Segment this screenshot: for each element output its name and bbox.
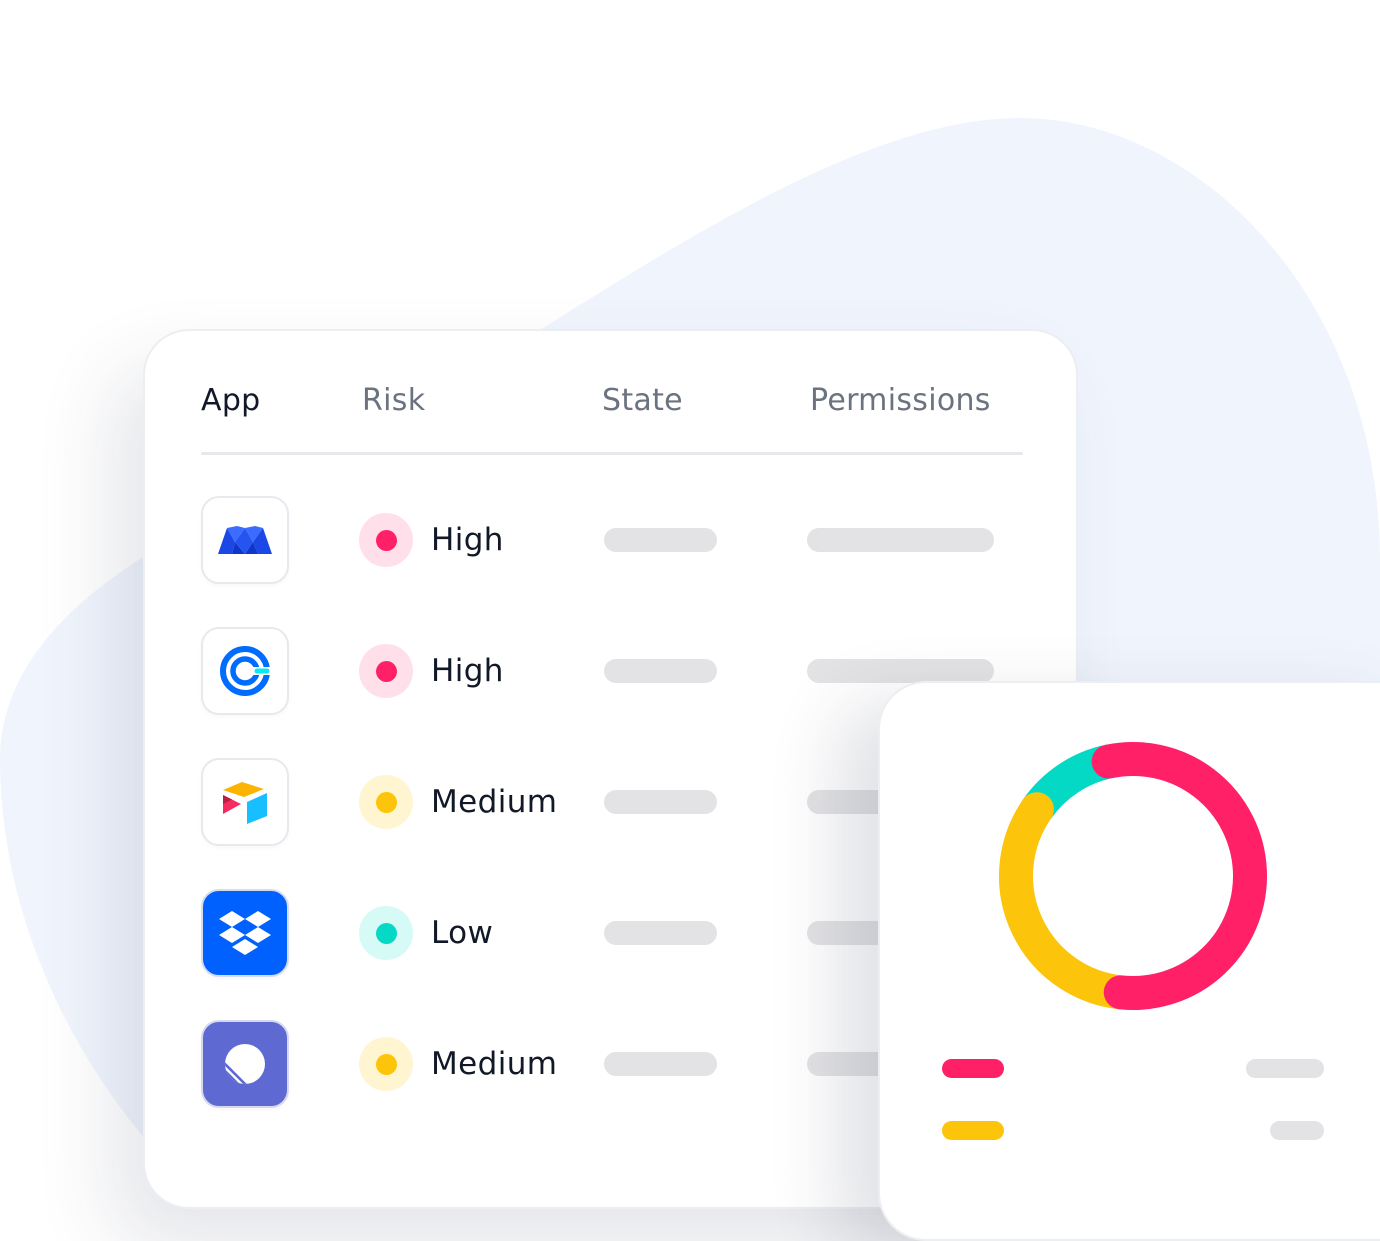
header-divider	[201, 452, 1023, 455]
legend-swatch	[942, 1059, 1004, 1078]
risk-label: Medium	[431, 784, 558, 820]
risk-indicator	[359, 513, 413, 567]
column-header-state[interactable]: State	[602, 383, 683, 419]
app-tile[interactable]	[201, 627, 289, 715]
risk-indicator	[359, 775, 413, 829]
state-placeholder	[604, 790, 717, 814]
legend-value-placeholder	[1246, 1059, 1324, 1078]
state-placeholder	[604, 1052, 717, 1076]
legend-swatch	[942, 1121, 1004, 1140]
risk-donut-chart	[999, 742, 1267, 1010]
table-row[interactable]: High	[145, 496, 1076, 586]
donut-segment-medium[interactable]	[999, 792, 1138, 1010]
monday-logo-icon	[218, 526, 272, 554]
state-placeholder	[604, 921, 717, 945]
column-header-risk[interactable]: Risk	[362, 383, 425, 419]
donut-segment-high[interactable]	[1091, 742, 1267, 1010]
permissions-placeholder	[807, 659, 994, 683]
linear-logo-icon	[225, 1044, 265, 1084]
calendly-logo-icon	[220, 646, 271, 696]
column-header-permissions[interactable]: Permissions	[810, 383, 991, 419]
risk-label: Medium	[431, 1046, 558, 1082]
app-tile[interactable]	[201, 1020, 289, 1108]
legend-value-placeholder	[1270, 1121, 1324, 1140]
airtable-logo-icon	[223, 782, 267, 824]
column-header-app[interactable]: App	[201, 383, 261, 419]
permissions-placeholder	[807, 528, 994, 552]
risk-label: High	[431, 653, 504, 689]
risk-distribution-card	[878, 681, 1380, 1241]
risk-label: High	[431, 522, 504, 558]
risk-indicator	[359, 906, 413, 960]
risk-indicator	[359, 644, 413, 698]
risk-indicator	[359, 1037, 413, 1091]
app-tile[interactable]	[201, 496, 289, 584]
state-placeholder	[604, 528, 717, 552]
dropbox-logo-icon	[219, 911, 271, 955]
app-tile[interactable]	[201, 758, 289, 846]
app-tile[interactable]	[201, 889, 289, 977]
state-placeholder	[604, 659, 717, 683]
risk-label: Low	[431, 915, 494, 951]
